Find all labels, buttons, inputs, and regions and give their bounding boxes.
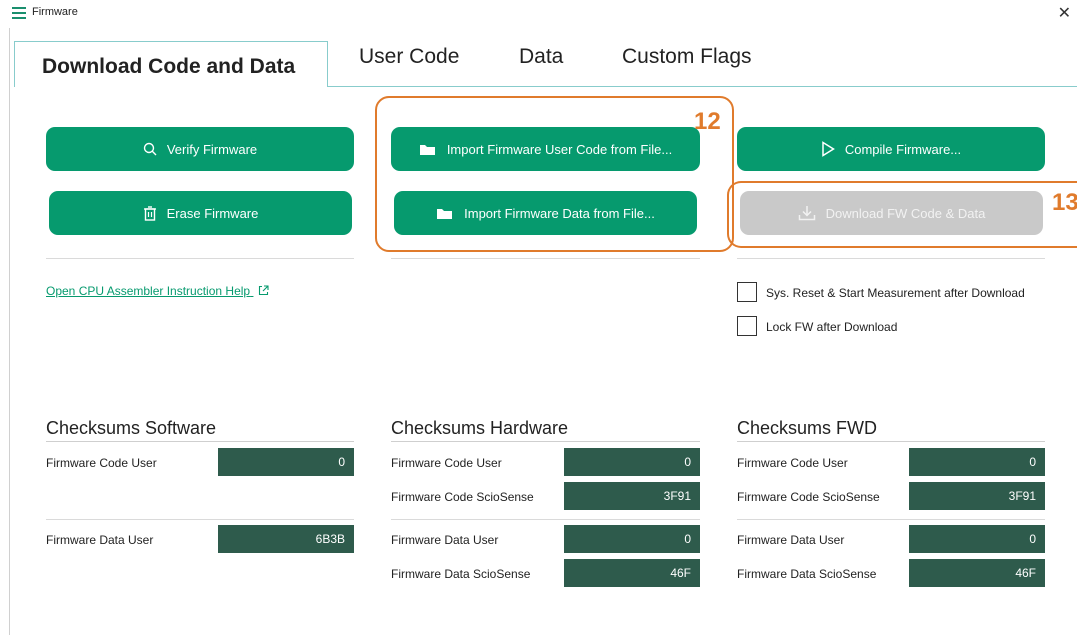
separator bbox=[46, 519, 354, 520]
separator bbox=[391, 258, 700, 259]
sw-code-user-label: Firmware Code User bbox=[46, 456, 157, 470]
hw-code-sciosense-value: 3F91 bbox=[564, 482, 700, 510]
window-border bbox=[9, 28, 10, 635]
title-bar: Firmware ✕ bbox=[0, 0, 1077, 28]
lock-fw-checkbox[interactable] bbox=[737, 316, 757, 336]
hw-code-sciosense-label: Firmware Code ScioSense bbox=[391, 490, 534, 504]
tab-data[interactable]: Data bbox=[519, 45, 563, 69]
play-icon bbox=[822, 141, 835, 157]
hw-code-user-value: 0 bbox=[564, 448, 700, 476]
tab-underline bbox=[328, 86, 1077, 87]
annotation-box-12 bbox=[375, 96, 734, 252]
annotation-label-12: 12 bbox=[694, 108, 721, 135]
annotation-label-13: 13 bbox=[1052, 189, 1077, 216]
annotation-box-13 bbox=[727, 181, 1077, 248]
separator bbox=[46, 258, 354, 259]
tab-custom-flags[interactable]: Custom Flags bbox=[622, 45, 752, 69]
separator bbox=[46, 441, 354, 442]
checksums-software-title: Checksums Software bbox=[46, 418, 217, 438]
fwd-data-user-label: Firmware Data User bbox=[737, 533, 845, 547]
external-link-icon bbox=[259, 285, 269, 296]
separator bbox=[737, 519, 1045, 520]
fwd-code-user-value: 0 bbox=[909, 448, 1045, 476]
menu-icon bbox=[12, 7, 26, 19]
erase-firmware-button[interactable]: Erase Firmware bbox=[49, 191, 352, 235]
assembler-help-link[interactable]: Open CPU Assembler Instruction Help bbox=[46, 284, 269, 298]
reset-measurement-checkbox[interactable] bbox=[737, 282, 757, 302]
fwd-data-user-value: 0 bbox=[909, 525, 1045, 553]
assembler-help-label: Open CPU Assembler Instruction Help bbox=[46, 284, 251, 298]
tab-user-code[interactable]: User Code bbox=[359, 45, 459, 69]
erase-firmware-label: Erase Firmware bbox=[166, 205, 259, 221]
compile-firmware-label: Compile Firmware... bbox=[844, 141, 962, 157]
window-title: Firmware bbox=[32, 6, 78, 18]
separator bbox=[391, 519, 700, 520]
separator bbox=[737, 441, 1045, 442]
fwd-code-sciosense-label: Firmware Code ScioSense bbox=[737, 490, 880, 504]
hw-data-sciosense-label: Firmware Data ScioSense bbox=[391, 567, 531, 581]
verify-firmware-button[interactable]: Verify Firmware bbox=[46, 127, 354, 171]
checksums-fwd-title: Checksums FWD bbox=[737, 418, 878, 438]
fwd-code-user-label: Firmware Code User bbox=[737, 456, 848, 470]
compile-firmware-button[interactable]: Compile Firmware... bbox=[737, 127, 1045, 171]
sw-data-user-value: 6B3B bbox=[218, 525, 354, 553]
hw-data-user-label: Firmware Data User bbox=[391, 533, 499, 547]
fwd-code-sciosense-value: 3F91 bbox=[909, 482, 1045, 510]
checksums-hardware-title: Checksums Hardware bbox=[391, 418, 569, 438]
fwd-data-sciosense-value: 46F bbox=[909, 559, 1045, 587]
tab-download-code-and-data[interactable]: Download Code and Data bbox=[14, 41, 328, 87]
hw-code-user-label: Firmware Code User bbox=[391, 456, 502, 470]
verify-firmware-label: Verify Firmware bbox=[166, 141, 258, 157]
sw-code-user-value: 0 bbox=[218, 448, 354, 476]
trash-icon bbox=[143, 205, 156, 221]
hw-data-user-value: 0 bbox=[564, 525, 700, 553]
separator bbox=[391, 441, 700, 442]
separator bbox=[737, 258, 1045, 259]
search-icon bbox=[143, 142, 157, 156]
hw-data-sciosense-value: 46F bbox=[564, 559, 700, 587]
close-icon[interactable]: ✕ bbox=[1058, 3, 1071, 23]
fwd-data-sciosense-label: Firmware Data ScioSense bbox=[737, 567, 877, 581]
lock-fw-label: Lock FW after Download bbox=[766, 320, 898, 334]
reset-measurement-label: Sys. Reset & Start Measurement after Dow… bbox=[766, 286, 1025, 300]
sw-data-user-label: Firmware Data User bbox=[46, 533, 154, 547]
